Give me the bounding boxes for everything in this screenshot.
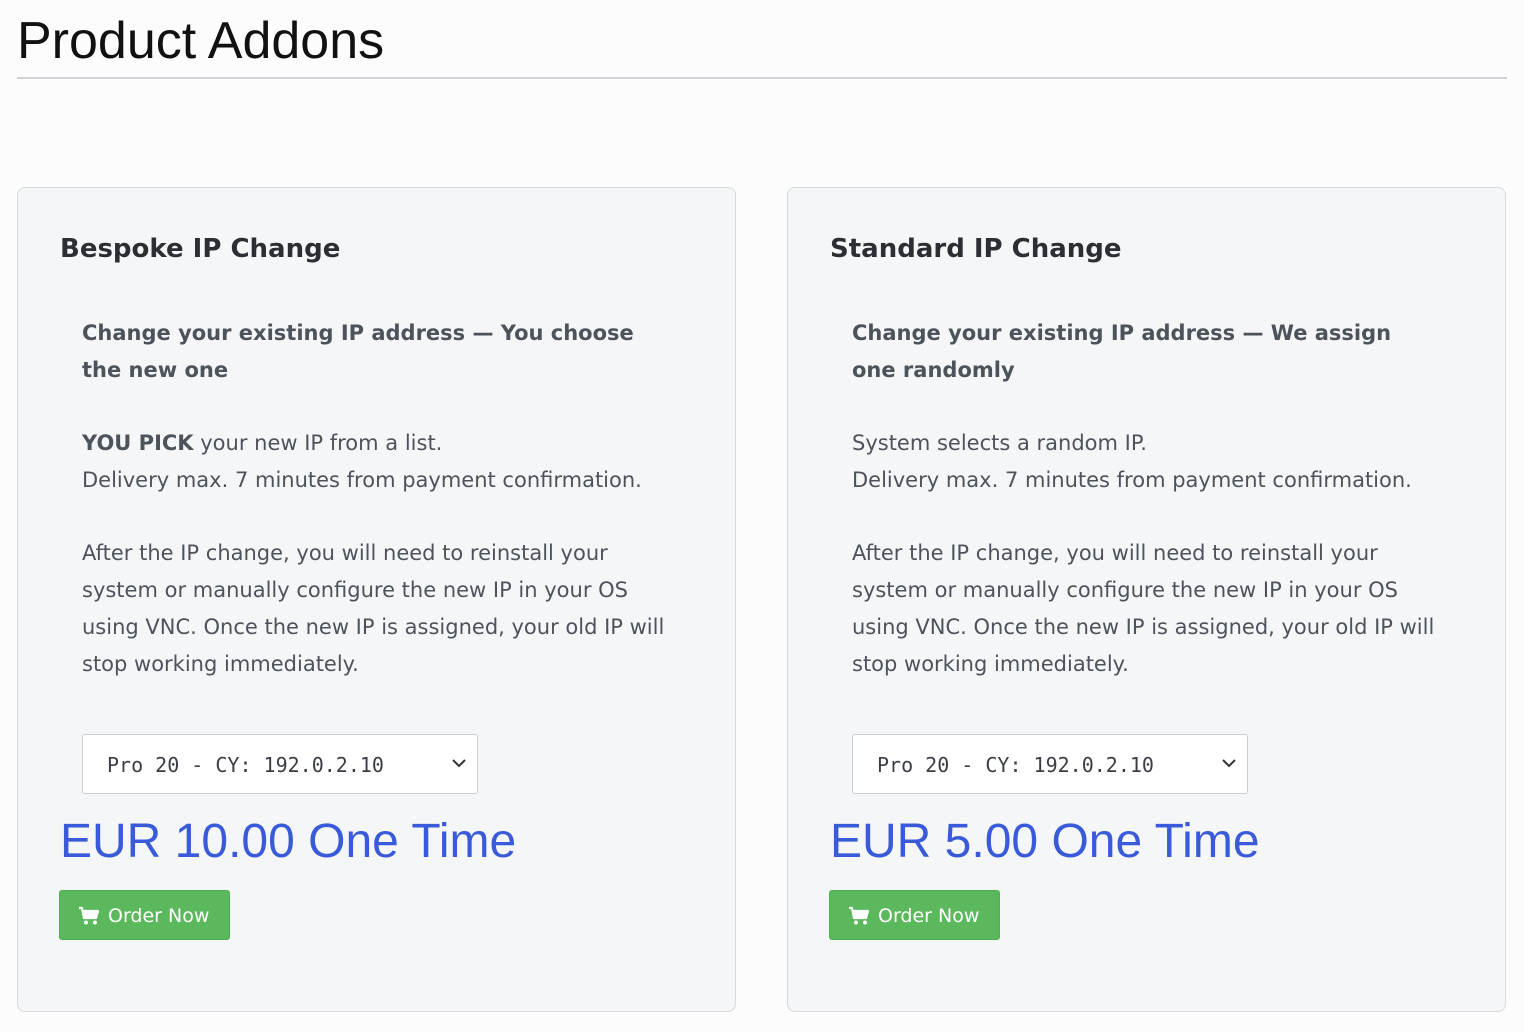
addon-headline: Change your existing IP address — We ass… xyxy=(852,321,1392,382)
addon-intro-line: YOU PICK your new IP from a list. xyxy=(82,425,672,462)
addon-price: EUR 10.00 One Time xyxy=(60,815,517,868)
order-now-button[interactable]: Order Now xyxy=(829,890,1000,940)
addon-description: Change your existing IP address — You ch… xyxy=(82,315,672,683)
order-now-label: Order Now xyxy=(878,905,980,927)
order-now-label: Order Now xyxy=(108,905,210,927)
addon-warning: After the IP change, you will need to re… xyxy=(852,541,1435,676)
addon-card-bespoke-ip-change: Bespoke IP Change Change your existing I… xyxy=(17,187,736,1012)
addon-delivery: Delivery max. 7 minutes from payment con… xyxy=(852,468,1412,492)
cart-icon xyxy=(849,906,870,925)
order-now-button[interactable]: Order Now xyxy=(59,890,230,940)
addon-price: EUR 5.00 One Time xyxy=(830,815,1260,868)
addon-delivery: Delivery max. 7 minutes from payment con… xyxy=(82,468,642,492)
service-select[interactable]: Pro 20 - CY: 192.0.2.10 xyxy=(82,734,478,794)
addon-card-standard-ip-change: Standard IP Change Change your existing … xyxy=(787,187,1506,1012)
addon-description: Change your existing IP address — We ass… xyxy=(852,315,1442,683)
addon-intro-text: your new IP from a list. xyxy=(193,431,443,455)
addon-intro-strong: YOU PICK xyxy=(82,431,194,455)
page-title: Product Addons xyxy=(17,12,385,70)
addon-intro: YOU PICK your new IP from a list. Delive… xyxy=(82,425,672,499)
service-select[interactable]: Pro 20 - CY: 192.0.2.10 xyxy=(852,734,1248,794)
addon-intro: System selects a random IP. Delivery max… xyxy=(852,425,1442,499)
addon-intro-text: System selects a random IP. xyxy=(852,431,1147,455)
service-select-value: Pro 20 - CY: 192.0.2.10 xyxy=(877,753,1154,777)
chevron-down-icon xyxy=(452,759,466,768)
page-header: Product Addons xyxy=(17,0,1507,79)
cart-icon xyxy=(79,906,100,925)
service-select-value: Pro 20 - CY: 192.0.2.10 xyxy=(107,753,384,777)
addon-title: Standard IP Change xyxy=(830,234,1122,264)
addon-headline: Change your existing IP address — You ch… xyxy=(82,321,634,382)
addon-title: Bespoke IP Change xyxy=(60,234,341,264)
chevron-down-icon xyxy=(1222,759,1236,768)
addon-warning: After the IP change, you will need to re… xyxy=(82,541,665,676)
